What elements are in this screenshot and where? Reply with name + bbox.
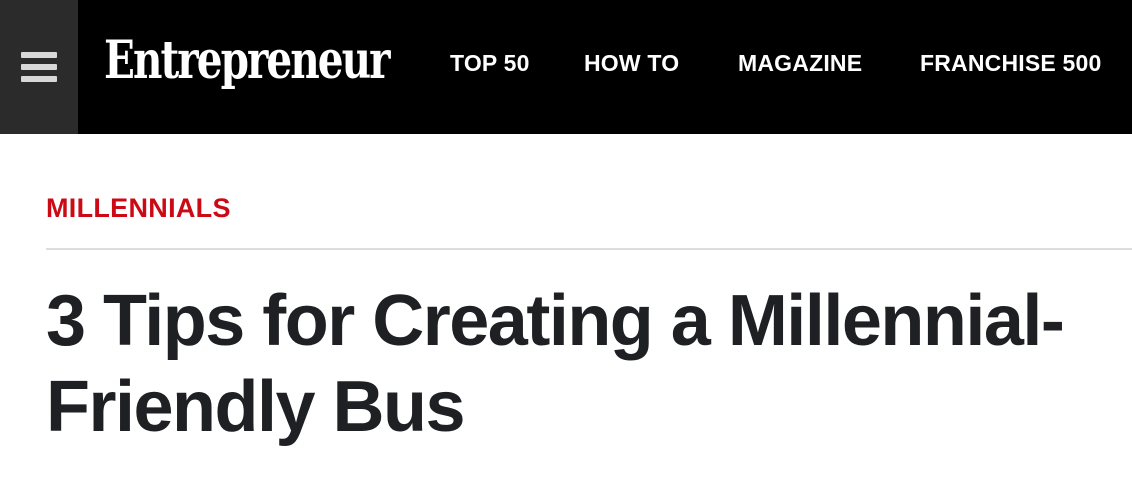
hamburger-menu-icon <box>21 52 57 82</box>
site-header: Entrepreneur TOP 50 HOW TO MAGAZINE FRAN… <box>0 0 1132 134</box>
nav-top-50[interactable]: TOP 50 <box>450 46 530 80</box>
menu-button[interactable] <box>0 0 78 134</box>
nav-franchise-500[interactable]: FRANCHISE 500 <box>920 46 1102 80</box>
article-headline: 3 Tips for Creating a Millennial-Friendl… <box>46 281 1065 447</box>
site-logo[interactable]: Entrepreneur <box>104 26 391 96</box>
article-category[interactable]: MILLENNIALS <box>46 190 231 226</box>
category-divider <box>46 248 1132 250</box>
nav-how-to[interactable]: HOW TO <box>584 46 679 80</box>
nav-magazine[interactable]: MAGAZINE <box>738 46 862 80</box>
